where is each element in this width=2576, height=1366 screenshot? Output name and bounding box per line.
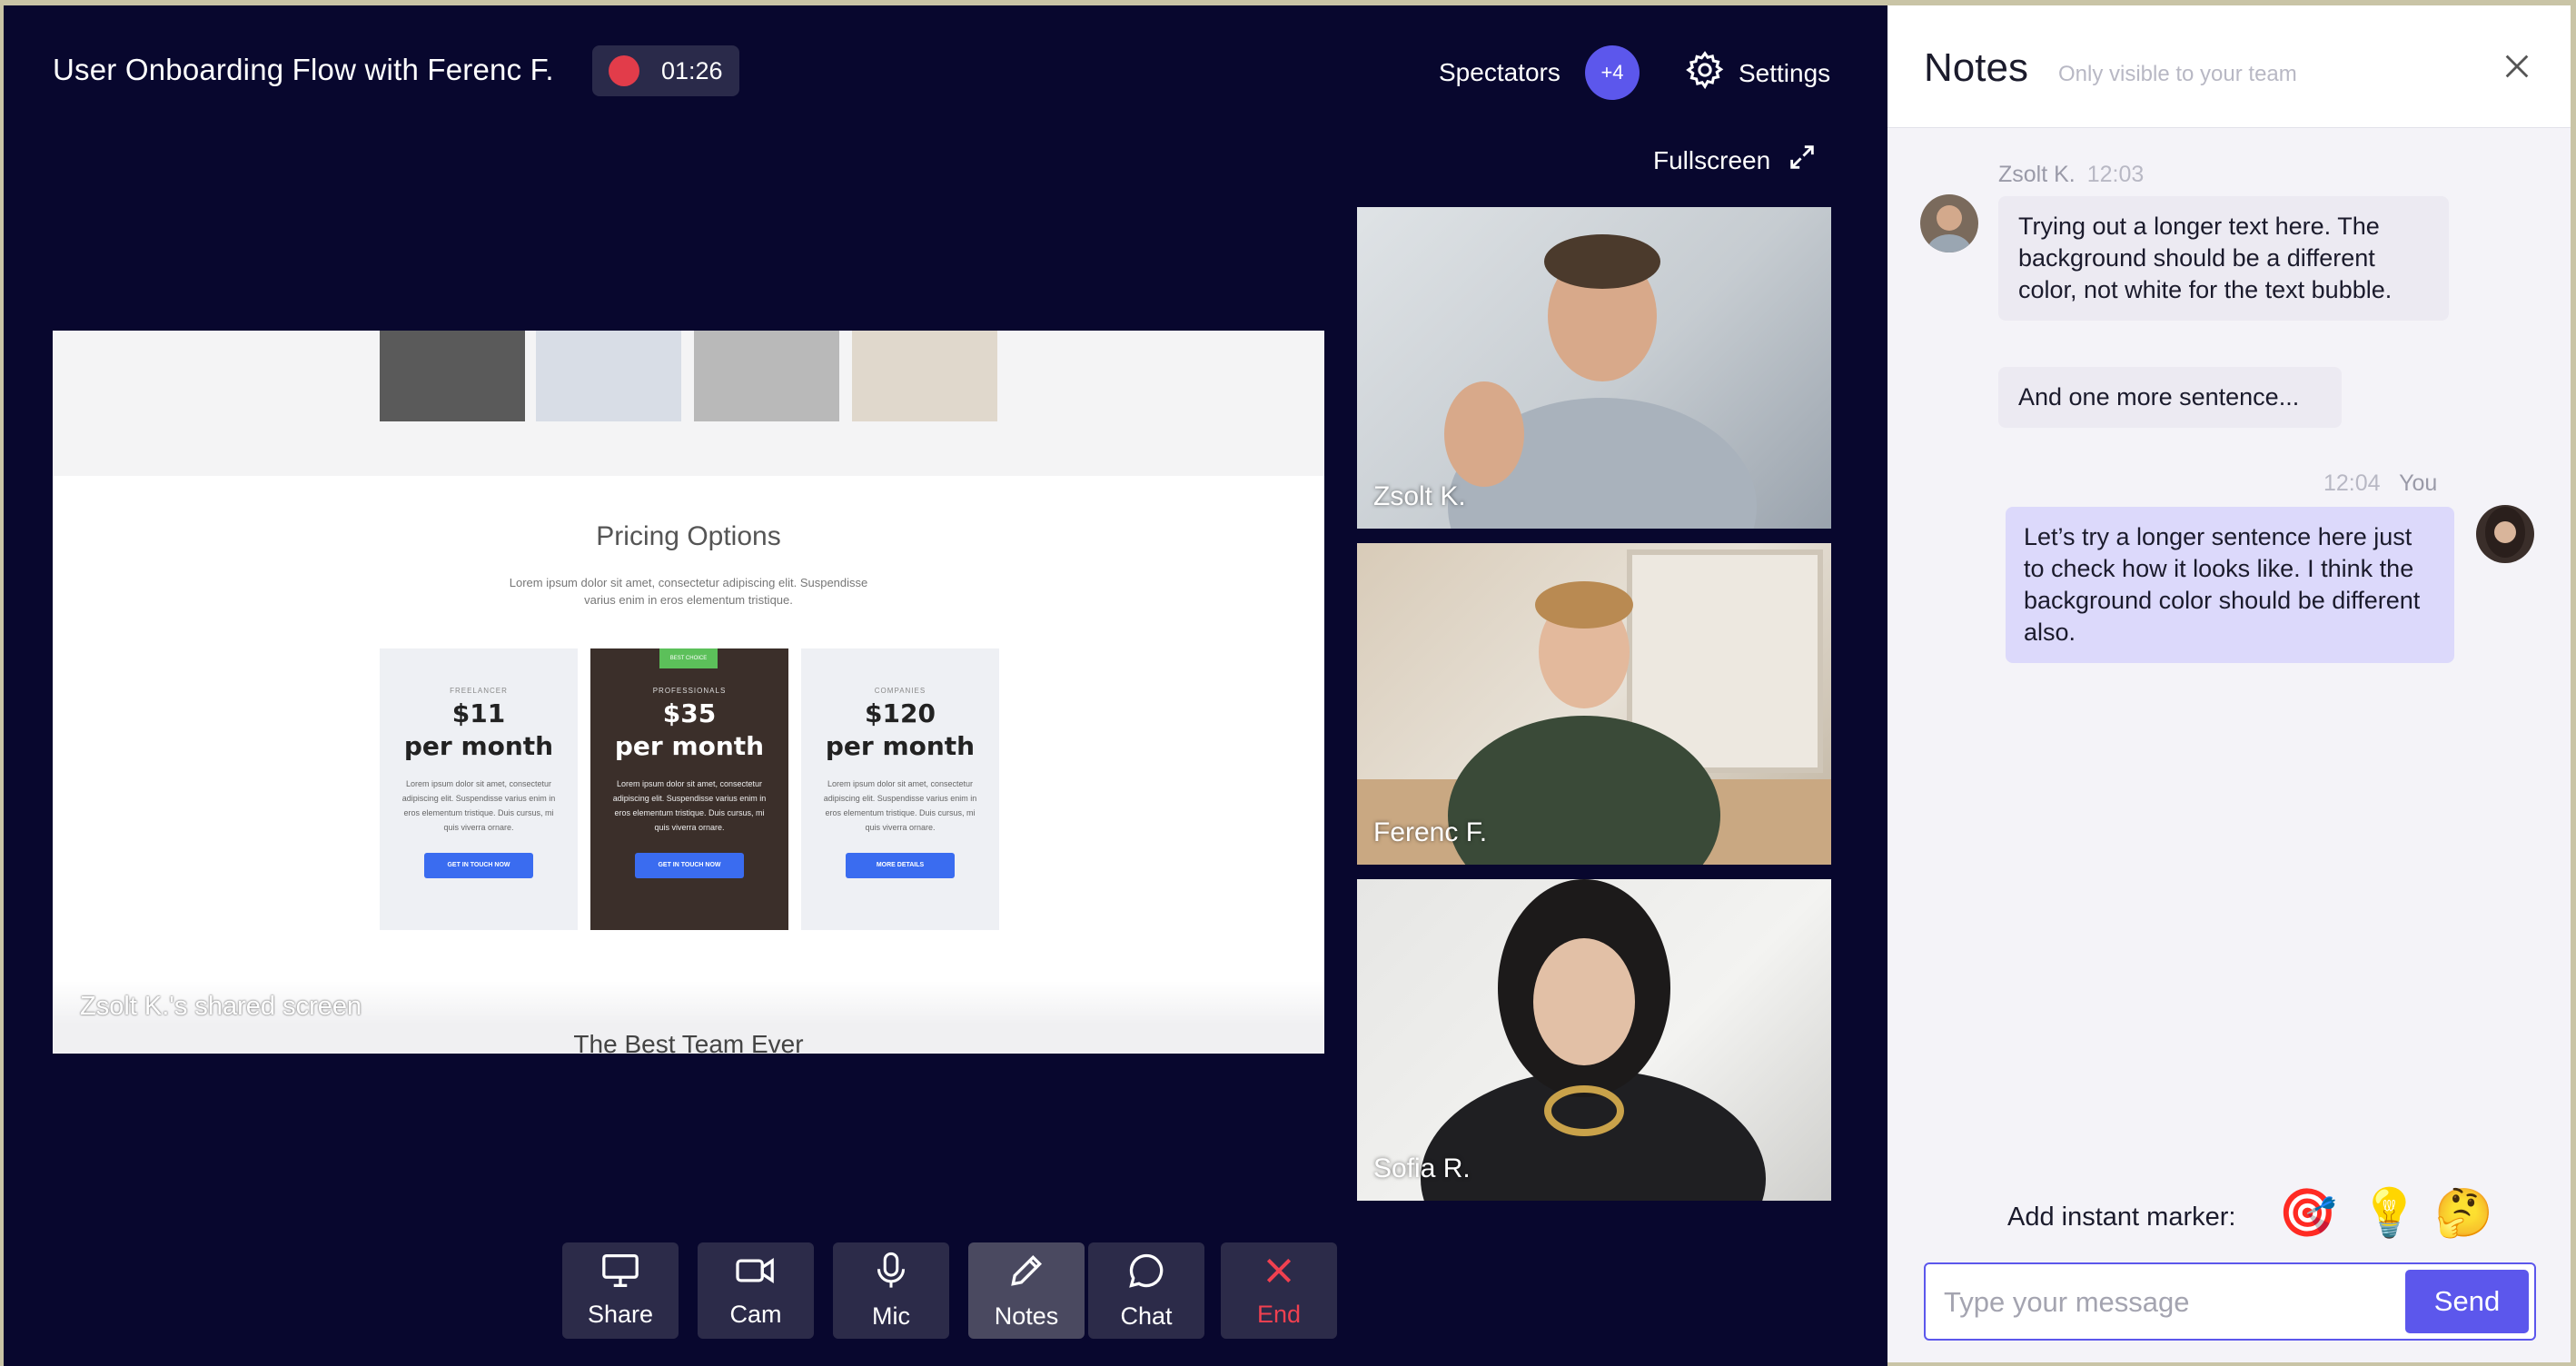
record-icon xyxy=(609,55,639,86)
share-button[interactable]: Share xyxy=(562,1242,679,1339)
chat-button[interactable]: Chat xyxy=(1088,1242,1204,1339)
plan-price: $120 xyxy=(865,698,936,728)
close-notes-button[interactable] xyxy=(2502,51,2532,86)
pricing-subtitle: Lorem ipsum dolor sit amet, consectetur … xyxy=(509,576,868,607)
settings-label: Settings xyxy=(1739,58,1831,87)
mic-label: Mic xyxy=(872,1302,910,1330)
video-tile-sofia[interactable]: Sofia R. xyxy=(1357,879,1831,1201)
pricing-card: COMPANIES $120 per month Lorem ipsum dol… xyxy=(801,648,999,930)
notes-subtitle: Only visible to your team xyxy=(2058,62,2297,86)
plan-period: per month xyxy=(825,731,976,761)
spectators-count-badge[interactable]: +4 xyxy=(1585,45,1640,100)
pencil-icon xyxy=(1006,1251,1046,1297)
website-header-strip xyxy=(53,331,1324,476)
fullscreen-button[interactable]: Fullscreen xyxy=(1653,142,1818,179)
shared-screen-caption: Zsolt K.'s shared screen xyxy=(80,992,362,1021)
monitor-icon xyxy=(599,1252,641,1295)
pricing-card-featured: BEST CHOICE PROFESSIONALS $35 per month … xyxy=(590,648,788,930)
message-composer: Send xyxy=(1924,1262,2536,1341)
settings-button[interactable]: Settings xyxy=(1684,49,1830,97)
close-icon xyxy=(1261,1252,1297,1295)
shared-screen: Pricing Options Lorem ipsum dolor sit am… xyxy=(53,331,1324,1054)
thumbnail-image xyxy=(536,331,681,421)
participant-name: Sofia R. xyxy=(1373,1153,1471,1183)
share-label: Share xyxy=(587,1301,654,1328)
video-tile-zsolt[interactable]: Zsolt K. xyxy=(1357,207,1831,529)
message-time: 12:03 xyxy=(2086,162,2145,187)
plan-description: Lorem ipsum dolor sit amet, consectetur … xyxy=(401,779,556,832)
plan-tier: PROFESSIONALS xyxy=(652,687,727,695)
spectators-label[interactable]: Spectators xyxy=(1439,58,1560,87)
message-time: 12:04 xyxy=(2323,470,2381,496)
pricing-heading: Pricing Options xyxy=(596,521,781,551)
lightbulb-marker-button[interactable]: 💡 xyxy=(2360,1186,2419,1241)
video-tile-ferenc[interactable]: Ferenc F. xyxy=(1357,543,1831,865)
thumbnail-image xyxy=(380,331,525,421)
notes-label: Notes xyxy=(994,1302,1059,1330)
avatar-image xyxy=(1927,205,1971,252)
camera-icon xyxy=(734,1252,778,1295)
participant-video xyxy=(1357,549,1831,865)
notes-panel: Notes Only visible to your team Zsolt K.… xyxy=(1887,0,2576,1366)
plan-tier: COMPANIES xyxy=(874,687,926,695)
plan-cta-button: MORE DETAILS xyxy=(846,853,955,878)
message-bubble: Trying out a longer text here. The backg… xyxy=(1998,196,2449,321)
close-icon xyxy=(2502,54,2532,85)
expand-icon xyxy=(1787,142,1818,179)
chat-label: Chat xyxy=(1120,1302,1173,1330)
plan-price: $35 xyxy=(662,698,717,728)
message-bubble-own: Let’s try a longer sentence here just to… xyxy=(2006,507,2454,663)
participant-name: Ferenc F. xyxy=(1373,817,1488,847)
plan-period: per month xyxy=(614,731,765,761)
plan-description: Lorem ipsum dolor sit amet, consectetur … xyxy=(612,779,767,832)
avatar-image xyxy=(2485,507,2525,558)
send-button[interactable]: Send xyxy=(2405,1270,2529,1333)
end-label: End xyxy=(1256,1301,1302,1328)
plan-period: per month xyxy=(403,731,554,761)
participant-video xyxy=(1444,234,1757,529)
marker-label: Add instant marker: xyxy=(2007,1203,2236,1232)
end-call-button[interactable]: End xyxy=(1221,1242,1337,1339)
session-title: User Onboarding Flow with Ferenc F. xyxy=(53,53,554,86)
message-meta: 12:04 You xyxy=(2323,470,2437,497)
microphone-icon xyxy=(873,1251,909,1297)
call-stage: User Onboarding Flow with Ferenc F. 01:2… xyxy=(0,0,1887,1366)
plan-price: $11 xyxy=(451,698,506,728)
notes-header: Notes Only visible to your team xyxy=(1887,5,2571,128)
mic-button[interactable]: Mic xyxy=(833,1242,949,1339)
avatar xyxy=(1920,194,1978,252)
chat-bubble-icon xyxy=(1126,1251,1166,1297)
notes-title: Notes xyxy=(1924,45,2028,90)
cam-button[interactable]: Cam xyxy=(698,1242,814,1339)
website-footer-heading: The Best Team Ever xyxy=(573,1030,804,1054)
cam-label: Cam xyxy=(729,1301,782,1328)
message-author: You xyxy=(2399,470,2438,496)
best-choice-badge: BEST CHOICE xyxy=(659,648,718,668)
target-marker-button[interactable]: 🎯 xyxy=(2278,1186,2337,1241)
participant-name: Zsolt K. xyxy=(1373,481,1466,511)
plan-cta-button: GET IN TOUCH NOW xyxy=(424,853,533,878)
message-meta: Zsolt K. 12:03 xyxy=(1998,162,2144,188)
message-input[interactable] xyxy=(1942,1279,2382,1326)
plan-tier: FREELANCER xyxy=(450,687,508,695)
thumbnail-image xyxy=(694,331,839,421)
gear-icon xyxy=(1684,49,1726,97)
thumbnail-image xyxy=(852,331,997,421)
notes-button[interactable]: Notes xyxy=(968,1242,1085,1339)
plan-description: Lorem ipsum dolor sit amet, consectetur … xyxy=(823,779,977,832)
recording-indicator: 01:26 xyxy=(592,45,739,96)
thinking-marker-button[interactable]: 🤔 xyxy=(2434,1186,2493,1241)
pricing-card: FREELANCER $11 per month Lorem ipsum dol… xyxy=(380,648,578,930)
fullscreen-label: Fullscreen xyxy=(1653,145,1771,174)
message-bubble: And one more sentence... xyxy=(1998,367,2342,428)
avatar xyxy=(2476,505,2534,563)
message-author: Zsolt K. xyxy=(1998,162,2076,187)
participant-video xyxy=(1421,879,1766,1201)
recording-timer: 01:26 xyxy=(661,56,723,84)
plan-cta-button: GET IN TOUCH NOW xyxy=(635,853,744,878)
